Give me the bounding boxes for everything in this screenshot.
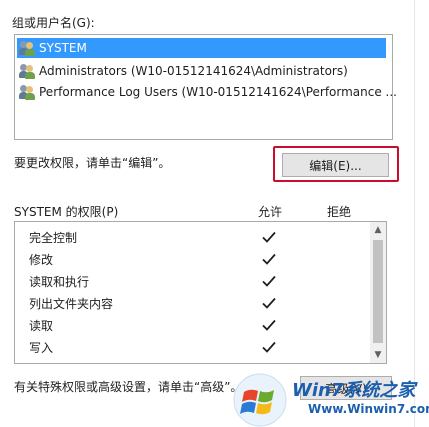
advanced-settings-hint: 有关特殊权限或高级设置，请单击“高级”。 — [14, 380, 243, 394]
permission-row: 修改 — [29, 249, 53, 269]
permission-name: 读取 — [29, 318, 54, 333]
allow-check-icon — [262, 253, 276, 265]
permission-name: 修改 — [29, 252, 54, 267]
allow-check-icon — [262, 231, 276, 243]
group-item-performance-log-users[interactable]: Performance Log Users (W10-01512141624\P… — [17, 82, 397, 102]
permission-row: 列出文件夹内容 — [29, 293, 113, 313]
allow-check-icon — [262, 341, 276, 353]
window-edge — [414, 0, 415, 427]
scroll-thumb[interactable] — [373, 240, 383, 343]
allow-check-icon — [262, 275, 276, 287]
permission-name: 读取和执行 — [29, 274, 90, 289]
permissions-list: 完全控制 修改 读取和执行 列出文件夹内容 读取 写入 — [14, 221, 387, 364]
windows-logo-icon — [233, 373, 287, 427]
group-item-system[interactable]: SYSTEM — [17, 38, 386, 58]
group-list[interactable]: SYSTEM Administrators (W10-01512141624\A… — [14, 34, 397, 140]
groups-label: 组或用户名(G): — [12, 16, 95, 30]
allow-check-icon — [262, 319, 276, 331]
deny-column-header: 拒绝 — [327, 205, 352, 219]
user-group-icon — [19, 84, 37, 100]
user-group-icon — [19, 40, 37, 56]
allow-column-header: 允许 — [258, 205, 283, 219]
group-item-label: SYSTEM — [39, 41, 87, 55]
permission-name: 写入 — [29, 340, 54, 355]
allow-check-icon — [262, 297, 276, 309]
permission-row: 写入 — [29, 337, 53, 357]
scroll-up-arrow-icon[interactable]: ▲ — [370, 222, 386, 238]
permission-row: 读取 — [29, 315, 53, 335]
permission-row: 读取和执行 — [29, 271, 89, 291]
change-permissions-hint: 要更改权限，请单击“编辑”。 — [14, 156, 171, 170]
permission-row: 完全控制 — [29, 227, 77, 247]
watermark-url: Www.Winwin7.com — [308, 402, 429, 416]
group-item-label: Administrators (W10-01512141624\Administ… — [39, 64, 348, 78]
watermark: Win7系统之家 Www.Winwin7.com — [230, 370, 429, 427]
permission-name: 列出文件夹内容 — [29, 296, 114, 311]
permissions-scrollbar[interactable]: ▲ ▼ — [370, 222, 386, 363]
permissions-title: SYSTEM 的权限(P) — [14, 205, 119, 219]
highlight-annotation — [273, 146, 399, 182]
watermark-title: Win7系统之家 — [292, 380, 416, 401]
group-item-administrators[interactable]: Administrators (W10-01512141624\Administ… — [17, 61, 348, 81]
group-item-label: Performance Log Users (W10-01512141624\P… — [39, 85, 397, 99]
user-group-icon — [19, 63, 37, 79]
permission-name: 完全控制 — [29, 230, 78, 245]
scroll-down-arrow-icon[interactable]: ▼ — [370, 347, 386, 363]
